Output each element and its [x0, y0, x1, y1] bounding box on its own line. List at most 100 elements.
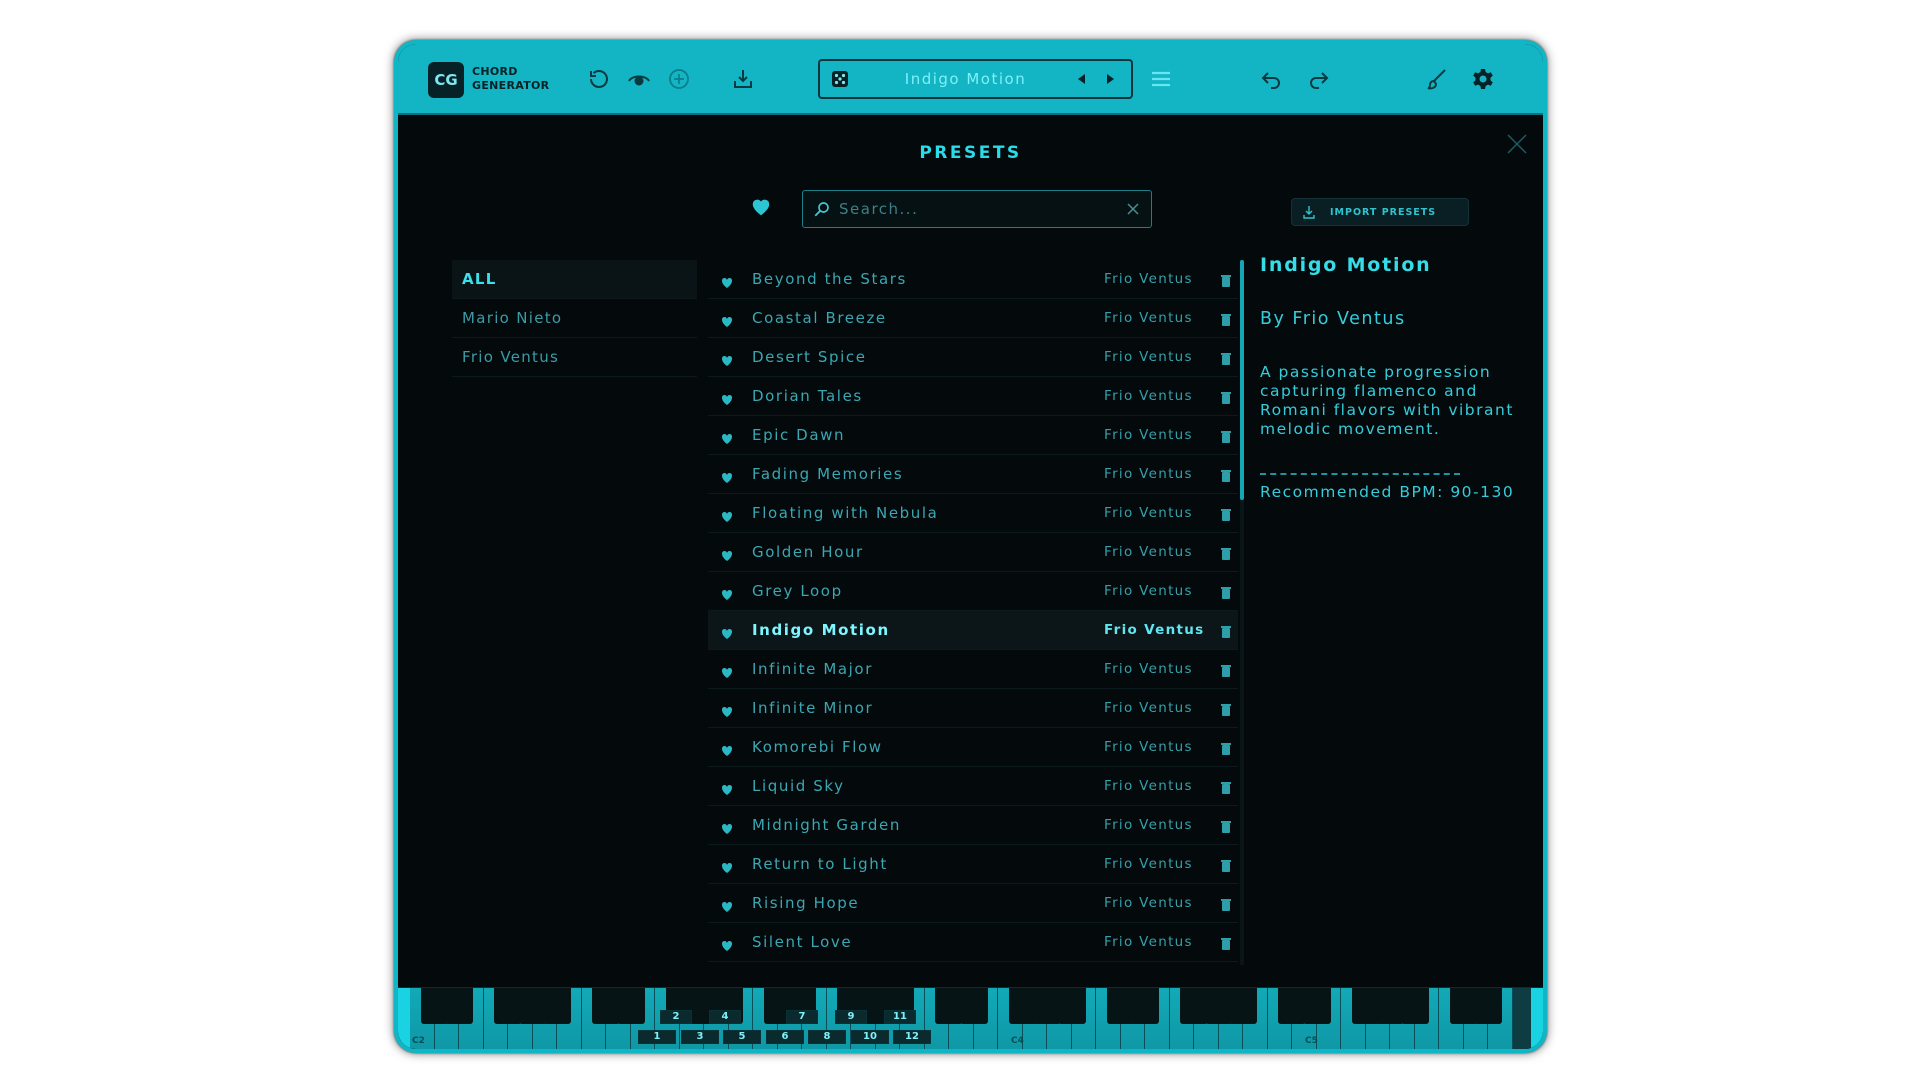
delete-trash-icon[interactable]: [1220, 507, 1232, 521]
delete-trash-icon[interactable]: [1220, 819, 1232, 833]
preset-row[interactable]: Indigo Motion Frio Ventus: [708, 611, 1238, 650]
delete-trash-icon[interactable]: [1220, 897, 1232, 911]
target-icon[interactable]: [664, 64, 694, 94]
preset-name: Midnight Garden: [752, 816, 901, 834]
preset-row[interactable]: Rising Hope Frio Ventus: [708, 884, 1238, 923]
prev-arrow-icon[interactable]: [1074, 71, 1090, 87]
delete-trash-icon[interactable]: [1220, 429, 1232, 443]
preset-row[interactable]: Silent Love Frio Ventus: [708, 923, 1238, 962]
author-filter-item[interactable]: ALL: [452, 260, 697, 299]
preset-row[interactable]: Dorian Tales Frio Ventus: [708, 377, 1238, 416]
delete-trash-icon[interactable]: [1220, 624, 1232, 638]
search-input[interactable]: [839, 197, 1109, 221]
favorite-heart-icon[interactable]: [721, 586, 733, 600]
favorite-heart-icon[interactable]: [721, 469, 733, 483]
author-filter-item[interactable]: Frio Ventus: [452, 338, 697, 377]
favorite-heart-icon[interactable]: [721, 664, 733, 678]
current-preset-name[interactable]: Indigo Motion: [860, 61, 1071, 97]
preset-name: Floating with Nebula: [752, 504, 939, 522]
next-arrow-icon[interactable]: [1102, 71, 1118, 87]
black-key[interactable]: [1180, 988, 1208, 1024]
favorite-heart-icon[interactable]: [721, 352, 733, 366]
favorite-heart-icon[interactable]: [721, 781, 733, 795]
eye-icon[interactable]: [624, 64, 654, 94]
preset-row[interactable]: Fading Memories Frio Ventus: [708, 455, 1238, 494]
black-key[interactable]: [935, 988, 963, 1024]
favorite-heart-icon[interactable]: [721, 430, 733, 444]
preset-row[interactable]: Epic Dawn Frio Ventus: [708, 416, 1238, 455]
gear-icon[interactable]: [1468, 64, 1498, 94]
delete-trash-icon[interactable]: [1220, 702, 1232, 716]
delete-trash-icon[interactable]: [1220, 390, 1232, 404]
preset-row[interactable]: Komorebi Flow Frio Ventus: [708, 728, 1238, 767]
preset-row[interactable]: Liquid Sky Frio Ventus: [708, 767, 1238, 806]
favorite-heart-icon[interactable]: [721, 547, 733, 561]
black-key[interactable]: [543, 988, 571, 1024]
keyboard-left-edge[interactable]: [398, 988, 410, 1049]
delete-trash-icon[interactable]: [1220, 663, 1232, 677]
favorite-heart-icon[interactable]: [721, 703, 733, 717]
delete-trash-icon[interactable]: [1220, 741, 1232, 755]
black-key[interactable]: [959, 988, 988, 1024]
preset-row[interactable]: Beyond the Stars Frio Ventus: [708, 260, 1238, 299]
delete-trash-icon[interactable]: [1220, 273, 1232, 287]
delete-trash-icon[interactable]: [1220, 351, 1232, 365]
favorite-heart-icon[interactable]: [721, 625, 733, 639]
keyboard-right-edge[interactable]: [1531, 988, 1543, 1049]
favorite-heart-icon[interactable]: [721, 313, 733, 327]
favorite-heart-icon[interactable]: [721, 898, 733, 912]
black-key[interactable]: [1474, 988, 1502, 1024]
black-key[interactable]: [445, 988, 473, 1024]
preset-row[interactable]: Golden Hour Frio Ventus: [708, 533, 1238, 572]
black-key[interactable]: [1376, 988, 1404, 1024]
black-key[interactable]: [616, 988, 645, 1024]
favorite-heart-icon[interactable]: [721, 820, 733, 834]
redo-icon[interactable]: [1304, 64, 1334, 94]
preset-author: Frio Ventus: [1104, 661, 1193, 677]
favorite-heart-icon[interactable]: [721, 508, 733, 522]
delete-trash-icon[interactable]: [1220, 936, 1232, 950]
preset-row[interactable]: Midnight Garden Frio Ventus: [708, 806, 1238, 845]
black-key[interactable]: [1302, 988, 1331, 1024]
delete-trash-icon[interactable]: [1220, 858, 1232, 872]
scrollbar-thumb[interactable]: [1240, 260, 1244, 500]
black-key[interactable]: [1057, 988, 1086, 1024]
delete-trash-icon[interactable]: [1220, 468, 1232, 482]
preset-row[interactable]: Floating with Nebula Frio Ventus: [708, 494, 1238, 533]
favorite-heart-icon[interactable]: [721, 937, 733, 951]
save-icon[interactable]: [728, 64, 758, 94]
delete-trash-icon[interactable]: [1220, 585, 1232, 599]
preset-name: Desert Spice: [752, 348, 867, 366]
refresh-icon[interactable]: [584, 64, 614, 94]
undo-icon[interactable]: [1256, 64, 1286, 94]
import-presets-button[interactable]: IMPORT PRESETS: [1291, 198, 1469, 226]
delete-trash-icon[interactable]: [1220, 312, 1232, 326]
clear-search-icon[interactable]: [1125, 201, 1141, 217]
author-filter-item[interactable]: Mario Nieto: [452, 299, 697, 338]
black-key[interactable]: [1229, 988, 1257, 1024]
favorite-heart-icon[interactable]: [721, 859, 733, 873]
menu-icon[interactable]: [1146, 64, 1176, 94]
black-key[interactable]: [1278, 988, 1306, 1024]
preset-row[interactable]: Infinite Minor Frio Ventus: [708, 689, 1238, 728]
brush-icon[interactable]: [1422, 64, 1452, 94]
preset-row[interactable]: Infinite Major Frio Ventus: [708, 650, 1238, 689]
delete-trash-icon[interactable]: [1220, 780, 1232, 794]
favorite-heart-icon[interactable]: [721, 742, 733, 756]
preset-row[interactable]: Return to Light Frio Ventus: [708, 845, 1238, 884]
black-key[interactable]: [1033, 988, 1061, 1024]
delete-trash-icon[interactable]: [1220, 546, 1232, 560]
favorites-heart-icon[interactable]: [750, 196, 772, 218]
preset-row[interactable]: Coastal Breeze Frio Ventus: [708, 299, 1238, 338]
black-key[interactable]: [1400, 988, 1429, 1024]
black-key[interactable]: [494, 988, 522, 1024]
favorite-heart-icon[interactable]: [721, 391, 733, 405]
black-key[interactable]: [592, 988, 620, 1024]
favorite-heart-icon[interactable]: [721, 274, 733, 288]
black-key[interactable]: [1131, 988, 1159, 1024]
piano-keyboard[interactable]: 2 4 7 9 11 1 3 5 6 8 10 12 C2 C4 C5: [398, 987, 1543, 1049]
preset-row[interactable]: Desert Spice Frio Ventus: [708, 338, 1238, 377]
dice-icon[interactable]: [830, 69, 850, 89]
preset-selector[interactable]: Indigo Motion: [818, 59, 1133, 99]
preset-row[interactable]: Grey Loop Frio Ventus: [708, 572, 1238, 611]
